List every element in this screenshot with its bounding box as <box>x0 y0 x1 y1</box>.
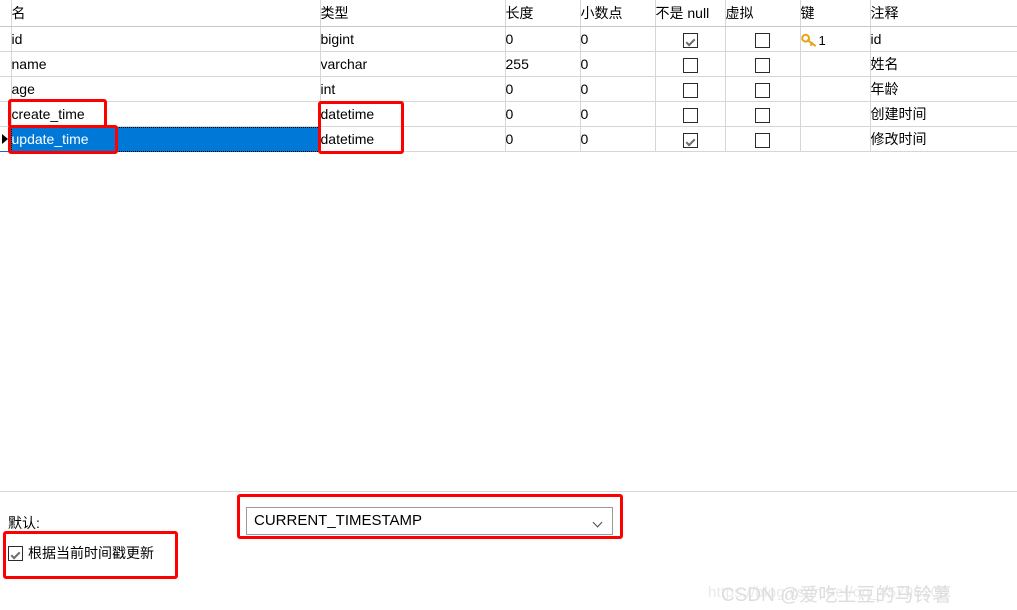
cell-key[interactable]: 1 <box>800 26 871 52</box>
cell-decimal[interactable]: 0 <box>580 101 656 127</box>
table-row[interactable]: name varchar 255 0 姓名 <box>0 51 1017 77</box>
cell-notnull[interactable] <box>655 26 726 52</box>
cell-decimal[interactable]: 0 <box>580 126 656 152</box>
row-gutter[interactable] <box>0 126 12 152</box>
cell-length[interactable]: 0 <box>505 101 581 127</box>
chevron-down-icon <box>594 519 603 524</box>
checkbox-glyph[interactable] <box>755 107 770 123</box>
cell-length[interactable]: 0 <box>505 76 581 102</box>
cell-notnull[interactable] <box>655 51 726 77</box>
cell-comment[interactable]: id <box>870 26 1017 52</box>
column-header-virtual[interactable]: 虚拟 <box>725 0 801 27</box>
current-row-marker-icon <box>2 134 8 144</box>
column-table: 名 类型 长度 小数点 不是 null 虚拟 键 注释 id bigint 0 0 1 i… <box>0 0 1017 152</box>
cell-type[interactable]: varchar <box>320 51 506 77</box>
virtual-checkbox[interactable] <box>726 52 800 76</box>
key-index: 1 <box>818 32 826 48</box>
cell-decimal[interactable]: 0 <box>580 51 656 77</box>
cell-length[interactable]: 0 <box>505 26 581 52</box>
cell-notnull[interactable] <box>655 126 726 152</box>
column-header-length[interactable]: 长度 <box>505 0 581 27</box>
watermark-text: CSDN @爱吃土豆的马铃薯 <box>721 585 952 606</box>
header-gutter <box>0 0 12 27</box>
column-header-decimal[interactable]: 小数点 <box>580 0 656 27</box>
row-gutter[interactable] <box>0 26 12 52</box>
cell-notnull[interactable] <box>655 101 726 127</box>
table-row[interactable]: age int 0 0 年龄 <box>0 76 1017 102</box>
default-value-text: CURRENT_TIMESTAMP <box>254 512 423 529</box>
row-gutter[interactable] <box>0 76 12 102</box>
table-row[interactable]: create_time datetime 0 0 创建时间 <box>0 101 1017 127</box>
cell-virtual[interactable] <box>725 26 801 52</box>
cell-name[interactable]: update_time <box>11 126 321 152</box>
cell-name[interactable]: id <box>11 26 321 52</box>
checkbox-glyph[interactable] <box>8 545 23 561</box>
cell-comment[interactable]: 修改时间 <box>870 126 1017 152</box>
cell-length[interactable]: 0 <box>505 126 581 152</box>
primary-key-icon <box>800 33 816 47</box>
cell-length[interactable]: 255 <box>505 51 581 77</box>
row-gutter[interactable] <box>0 101 12 127</box>
checkbox-glyph[interactable] <box>682 32 698 48</box>
notnull-checkbox[interactable] <box>656 27 725 51</box>
column-grid[interactable]: 名 类型 长度 小数点 不是 null 虚拟 键 注释 id bigint 0 0 1 i… <box>0 0 1017 154</box>
cell-comment[interactable]: 年龄 <box>870 76 1017 102</box>
checkbox-glyph[interactable] <box>755 57 770 73</box>
cell-type[interactable]: datetime <box>320 101 506 127</box>
header-row: 名 类型 长度 小数点 不是 null 虚拟 键 注释 <box>0 0 1017 27</box>
column-header-notnull[interactable]: 不是 null <box>655 0 726 27</box>
column-header-type[interactable]: 类型 <box>320 0 506 27</box>
checkbox-glyph[interactable] <box>682 132 698 148</box>
cell-decimal[interactable]: 0 <box>580 26 656 52</box>
cell-comment[interactable]: 创建时间 <box>870 101 1017 127</box>
default-value-dropdown[interactable]: CURRENT_TIMESTAMP <box>246 507 613 535</box>
column-header-name[interactable]: 名 <box>11 0 321 27</box>
cell-type[interactable]: int <box>320 76 506 102</box>
column-header-key[interactable]: 键 <box>800 0 871 27</box>
notnull-checkbox[interactable] <box>656 77 725 101</box>
update-on-timestamp-checkbox[interactable]: 根据当前时间戳更新 <box>8 543 154 563</box>
column-header-comment[interactable]: 注释 <box>870 0 1017 27</box>
cell-key[interactable] <box>800 126 871 152</box>
table-body: id bigint 0 0 1 id name varchar 255 0 姓名 age int 0 0 年龄… <box>0 26 1017 152</box>
table-header: 名 类型 长度 小数点 不是 null 虚拟 键 注释 <box>0 0 1017 27</box>
cell-name[interactable]: create_time <box>11 101 321 127</box>
cell-virtual[interactable] <box>725 126 801 152</box>
virtual-checkbox[interactable] <box>726 27 800 51</box>
cell-key[interactable] <box>800 76 871 102</box>
cell-type[interactable]: datetime <box>320 126 506 152</box>
row-gutter[interactable] <box>0 51 12 77</box>
watermark: https://blog.csdn.net/qq_45796208 CSDN @… <box>700 578 1017 608</box>
cell-comment[interactable]: 姓名 <box>870 51 1017 77</box>
virtual-checkbox[interactable] <box>726 77 800 101</box>
notnull-checkbox[interactable] <box>656 102 725 126</box>
notnull-checkbox[interactable] <box>656 52 725 76</box>
checkbox-glyph[interactable] <box>682 107 698 123</box>
cell-key[interactable] <box>800 51 871 77</box>
cell-key[interactable] <box>800 101 871 127</box>
checkbox-glyph[interactable] <box>682 82 698 98</box>
checkbox-glyph[interactable] <box>682 57 698 73</box>
checkbox-glyph[interactable] <box>755 132 770 148</box>
cell-virtual[interactable] <box>725 101 801 127</box>
cell-name[interactable]: age <box>11 76 321 102</box>
checkbox-glyph[interactable] <box>755 32 770 48</box>
checkbox-glyph[interactable] <box>755 82 770 98</box>
table-row[interactable]: update_time datetime 0 0 修改时间 <box>0 126 1017 152</box>
cell-type[interactable]: bigint <box>320 26 506 52</box>
cell-virtual[interactable] <box>725 51 801 77</box>
notnull-checkbox[interactable] <box>656 127 725 151</box>
cell-notnull[interactable] <box>655 76 726 102</box>
virtual-checkbox[interactable] <box>726 102 800 126</box>
default-value-label: 默认: <box>8 515 40 531</box>
update-on-timestamp-label: 根据当前时间戳更新 <box>28 545 154 561</box>
cell-name[interactable]: name <box>11 51 321 77</box>
cell-virtual[interactable] <box>725 76 801 102</box>
table-row[interactable]: id bigint 0 0 1 id <box>0 26 1017 52</box>
panel-divider <box>0 491 1017 492</box>
virtual-checkbox[interactable] <box>726 127 800 151</box>
cell-decimal[interactable]: 0 <box>580 76 656 102</box>
